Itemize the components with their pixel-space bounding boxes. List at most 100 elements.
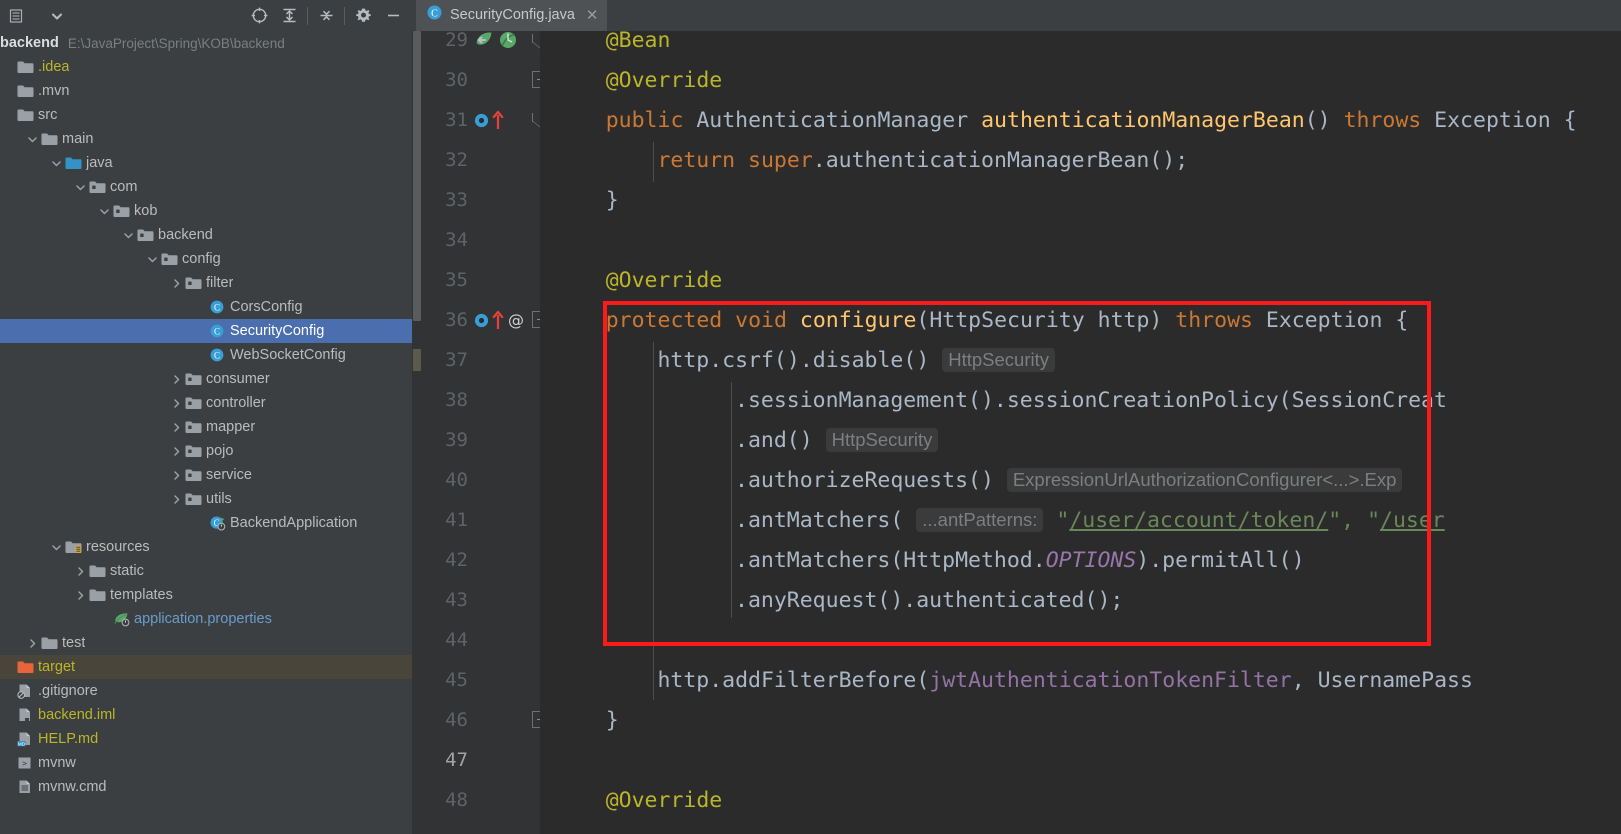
- tree-item-backend-iml[interactable]: backend.iml: [0, 703, 412, 727]
- chevron-right-icon[interactable]: [168, 491, 184, 507]
- code-line-34[interactable]: [540, 220, 554, 260]
- gutter-line-39[interactable]: 39: [422, 420, 540, 460]
- code-text-pane[interactable]: @Bean @Override public AuthenticationManag…: [540, 31, 1621, 834]
- gutter-line-45[interactable]: 45: [422, 660, 540, 700]
- code-line-35[interactable]: @Override: [540, 260, 723, 300]
- chevron-right-icon[interactable]: [168, 371, 184, 387]
- gutter-line-29[interactable]: 29: [422, 31, 540, 60]
- tree-item-kob[interactable]: kob: [0, 199, 412, 223]
- tree-item-target[interactable]: target: [0, 655, 412, 679]
- method-icon[interactable]: [473, 112, 490, 129]
- chevron-down-icon[interactable]: [48, 155, 64, 171]
- gutter-line-35[interactable]: 35: [422, 260, 540, 300]
- tree-item-securityconfig[interactable]: C SecurityConfig: [0, 319, 412, 343]
- tree-item-pojo[interactable]: pojo: [0, 439, 412, 463]
- chevron-right-icon[interactable]: [168, 395, 184, 411]
- spring-bean-navigate-icon[interactable]: [473, 31, 495, 51]
- code-line-40[interactable]: .authorizeRequests() ExpressionUrlAuthor…: [540, 460, 1403, 500]
- gutter-icons[interactable]: [473, 31, 519, 51]
- chevron-down-icon[interactable]: [42, 1, 72, 31]
- tree-item-mvnw[interactable]: > mvnw: [0, 751, 412, 775]
- gutter-line-36[interactable]: 36 @: [422, 300, 540, 340]
- code-line-45[interactable]: http.addFilterBefore(jwtAuthenticationTo…: [540, 660, 1472, 700]
- tree-item-src[interactable]: src: [0, 103, 412, 127]
- tree-item-gitignore[interactable]: .gitignore: [0, 679, 412, 703]
- gutter-line-40[interactable]: 40: [422, 460, 540, 500]
- gutter-line-38[interactable]: 38: [422, 380, 540, 420]
- gutter-line-42[interactable]: 42: [422, 540, 540, 580]
- gutter-line-43[interactable]: 43: [422, 580, 540, 620]
- tree-item-utils[interactable]: utils: [0, 487, 412, 511]
- tree-item-backend[interactable]: backend: [0, 223, 412, 247]
- editor-error-stripe[interactable]: [412, 31, 422, 834]
- gear-icon[interactable]: [348, 1, 378, 31]
- code-line-32[interactable]: return super .authenticationManagerBean()…: [540, 140, 1188, 180]
- scrollbar-thumb[interactable]: [413, 31, 421, 321]
- code-line-39[interactable]: .and() HttpSecurity: [540, 420, 939, 460]
- overriding-method-icon[interactable]: [492, 309, 504, 331]
- code-line-38[interactable]: .sessionManagement().sessionCreationPoli…: [540, 380, 1447, 420]
- stripe-marker[interactable]: [413, 349, 421, 371]
- close-icon[interactable]: ✕: [586, 6, 599, 24]
- tree-item-idea[interactable]: .idea: [0, 55, 412, 79]
- gutter-line-31[interactable]: 31: [422, 100, 540, 140]
- code-line-43[interactable]: .anyRequest().authenticated();: [540, 580, 1123, 620]
- chevron-right-icon[interactable]: [72, 563, 88, 579]
- tree-item-controller[interactable]: controller: [0, 391, 412, 415]
- chevron-right-icon[interactable]: [168, 419, 184, 435]
- minimize-icon[interactable]: [378, 1, 408, 31]
- gutter-icons[interactable]: @: [473, 309, 526, 331]
- select-opened-file-icon[interactable]: [244, 1, 274, 31]
- chevron-down-icon[interactable]: [72, 179, 88, 195]
- gutter-line-32[interactable]: 32: [422, 140, 540, 180]
- code-line-44[interactable]: [540, 620, 554, 660]
- overriding-method-icon[interactable]: [492, 109, 504, 131]
- code-line-48[interactable]: @Override: [540, 780, 723, 820]
- tree-item-corsconfig[interactable]: C CorsConfig: [0, 295, 412, 319]
- code-line-37[interactable]: http.csrf().disable() HttpSecurity: [540, 340, 1055, 380]
- editor-gutter[interactable]: 29 30 31 32 33 34 35 36 @37 38 39 40 41 42 43 44 45 46 47 4…: [422, 31, 552, 834]
- tree-item-websocketconfig[interactable]: C WebSocketConfig: [0, 343, 412, 367]
- code-line-42[interactable]: .antMatchers(HttpMethod. OPTIONS).permitA…: [540, 540, 1305, 580]
- gutter-line-34[interactable]: 34: [422, 220, 540, 260]
- inlay-hint[interactable]: ExpressionUrlAuthorizationConfigurer<...…: [1006, 468, 1403, 492]
- project-root-row[interactable]: backend E:\JavaProject\Spring\KOB\backend: [0, 31, 412, 55]
- gutter-icons[interactable]: [473, 109, 504, 131]
- tree-item-mvn[interactable]: .mvn: [0, 79, 412, 103]
- hamburger-list-icon[interactable]: [2, 1, 32, 31]
- code-line-31[interactable]: public AuthenticationManager authenticat…: [540, 100, 1577, 140]
- tree-item-application-properties[interactable]: application.properties: [0, 607, 412, 631]
- tree-item-filter[interactable]: filter: [0, 271, 412, 295]
- tree-item-mvnw-cmd[interactable]: mvnw.cmd: [0, 775, 412, 799]
- collapse-all-icon[interactable]: [311, 1, 341, 31]
- code-line-29[interactable]: @Bean: [540, 31, 671, 60]
- chevron-down-icon[interactable]: [48, 539, 64, 555]
- tree-item-static[interactable]: static: [0, 559, 412, 583]
- project-tree[interactable]: backend E:\JavaProject\Spring\KOB\backend…: [0, 31, 412, 834]
- tree-item-consumer[interactable]: consumer: [0, 367, 412, 391]
- inlay-hint[interactable]: ...antPatterns:: [916, 508, 1044, 532]
- chevron-down-icon[interactable]: [144, 251, 160, 267]
- tree-item-mapper[interactable]: mapper: [0, 415, 412, 439]
- tree-item-templates[interactable]: templates: [0, 583, 412, 607]
- chevron-down-icon[interactable]: [96, 203, 112, 219]
- inlay-hint[interactable]: HttpSecurity: [942, 348, 1055, 372]
- code-line-36[interactable]: protected void configure (HttpSecurity ht…: [540, 300, 1409, 340]
- chevron-right-icon[interactable]: [72, 587, 88, 603]
- tree-item-com[interactable]: com: [0, 175, 412, 199]
- gutter-line-37[interactable]: 37: [422, 340, 540, 380]
- chevron-right-icon[interactable]: [168, 467, 184, 483]
- tree-item-config[interactable]: config: [0, 247, 412, 271]
- method-icon[interactable]: [473, 312, 490, 329]
- code-line-41[interactable]: .antMatchers( ...antPatterns: "/user/acc…: [540, 500, 1445, 540]
- tree-item-java[interactable]: java: [0, 151, 412, 175]
- gutter-line-44[interactable]: 44: [422, 620, 540, 660]
- gutter-line-33[interactable]: 33: [422, 180, 540, 220]
- tree-item-service[interactable]: service: [0, 463, 412, 487]
- code-line-47[interactable]: [540, 740, 554, 780]
- tree-item-resources[interactable]: resources: [0, 535, 412, 559]
- annotation-icon[interactable]: @: [506, 310, 526, 330]
- tree-item-help-md[interactable]: MD HELP.md: [0, 727, 412, 751]
- gutter-line-48[interactable]: 48: [422, 780, 540, 820]
- code-line-30[interactable]: @Override: [540, 60, 723, 100]
